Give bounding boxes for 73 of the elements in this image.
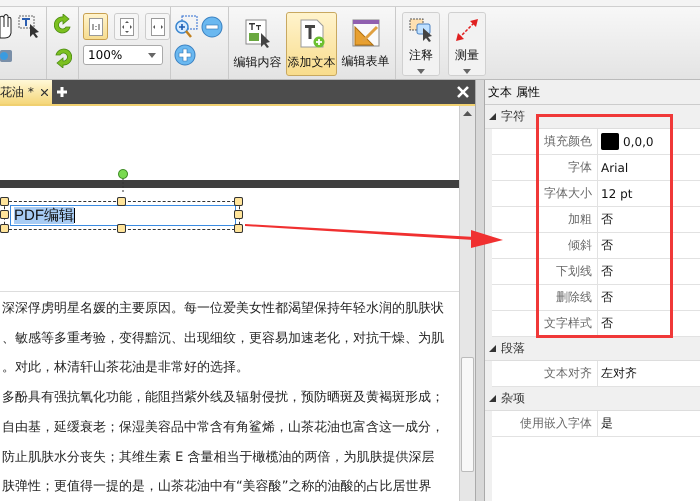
property-value[interactable]: 否 [601,263,613,280]
zoom-dropdown[interactable]: 100% [83,45,163,65]
scroll-up-icon[interactable] [463,111,472,116]
property-label: 填充颜色 [492,129,598,154]
property-value[interactable]: 否 [601,315,613,332]
section-title: 段落 [501,340,525,357]
actual-size-button[interactable] [83,13,108,40]
property-value[interactable]: 0,0,0 [623,134,654,148]
property-label: 字体 [492,155,598,180]
actual-size-icon[interactable] [88,18,102,36]
section-header[interactable]: 杂项 [485,387,700,411]
property-label: 字体大小 [492,181,598,206]
property-label: 使用嵌入字体 [492,411,598,436]
body-text: 。对此，林清轩山茶花油是非常好的选择。 [1,359,250,378]
body-text: 肤弹性；更值得一提的是，山茶花油中有“美容酸”之称的油酸的占比居世界 [1,478,432,496]
property-value[interactable]: 否 [601,289,613,306]
rotation-handle[interactable] [118,168,128,193]
property-value[interactable]: 否 [601,211,613,228]
add-tab-icon[interactable] [57,87,67,97]
rotate-clockwise-icon[interactable] [54,14,72,36]
edit-form-button[interactable]: 编辑表单 [340,12,391,76]
rotate-counterclockwise-icon[interactable] [54,46,72,68]
comment-dropdown[interactable]: 注释 [402,12,440,76]
collapse-icon[interactable] [489,395,496,402]
zoom-in-icon[interactable] [174,44,196,66]
caret-icon[interactable] [148,52,156,58]
section-title: 字符 [501,108,525,125]
resize-handle[interactable] [117,196,126,206]
property-label: 下划线 [492,259,598,284]
caret-icon[interactable] [463,69,471,74]
body-text: 、敏感等多重考验，变得黯沉、出现细纹，更容易加速老化，对抗干燥、为肌 [1,330,445,348]
property-value[interactable]: 12 pt [601,186,632,200]
text-box-field[interactable]: PDF编辑 [10,204,236,226]
close-icon[interactable] [41,88,48,96]
property-label: 文字样式 [492,311,598,336]
property-value[interactable]: Arial [601,160,628,174]
collapse-icon[interactable] [489,113,496,120]
body-text: 深深俘虏明星名媛的主要原因。每一位爱美女性都渴望保持年轻水润的肌肤状 [1,300,445,318]
body-text: 自由基，延缓衰老；保湿美容品中常含有角鲨烯，山茶花油也富含这一成分， [1,418,445,437]
section-header[interactable]: 段落 [485,337,700,361]
color-swatch[interactable] [601,133,619,150]
hand-icon[interactable] [0,13,12,39]
edit-content-button[interactable]: 编辑内容 [232,12,283,76]
section-title: 杂项 [501,390,525,407]
panel-title: 文本 属性 [485,80,700,105]
page-edit-icon[interactable] [244,19,272,48]
caret-icon[interactable] [417,69,425,74]
form-edit-icon[interactable] [352,19,380,47]
property-label: 删除线 [492,285,598,310]
text-select-icon[interactable] [18,15,40,39]
section-header[interactable]: 字符 [485,105,700,129]
add-text-button[interactable]: 添加文本 [286,12,337,76]
property-value[interactable]: 否 [601,237,613,254]
property-label: 文本对齐 [492,361,598,386]
fit-width-icon[interactable] [150,18,164,36]
zoom-area-icon[interactable] [174,15,198,39]
body-text: 多酚具有强抗氧化功能，能阻挡紫外线及辐射侵扰，预防晒斑及黄褐斑形成； [1,389,445,408]
property-value[interactable]: 是 [601,415,613,432]
resize-handle[interactable] [117,224,126,234]
zoom-out-icon[interactable] [201,16,223,38]
body-text: 防止肌肤水分丧失；其维生素 E 含量相当于橄榄油的两倍，为肌肤提供深层 [1,448,436,467]
collapse-icon[interactable] [489,345,496,352]
measure-dropdown[interactable]: 测量 [448,12,486,76]
camera-icon[interactable] [0,47,12,63]
vertical-scrollbar[interactable] [459,106,475,501]
fit-page-icon[interactable] [120,18,134,36]
add-text-icon[interactable] [298,19,326,48]
document-tab[interactable]: 花油 * [0,80,52,104]
comment-icon[interactable] [409,18,433,42]
property-value[interactable]: 左对齐 [601,365,637,382]
double-arrow-icon[interactable] [455,18,479,42]
scrollbar-thumb[interactable] [461,357,474,472]
property-label: 加粗 [492,207,598,232]
